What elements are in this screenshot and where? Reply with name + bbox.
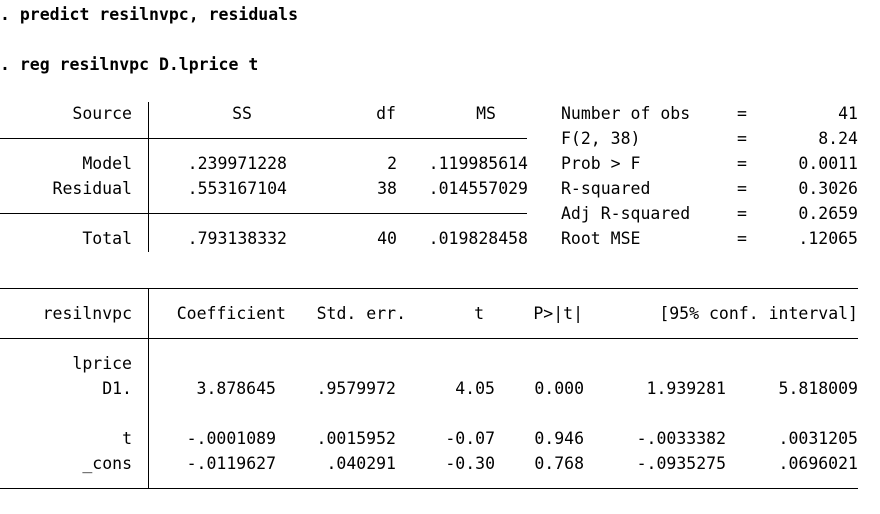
anova-ms-model: .119985614: [428, 154, 528, 173]
coef-p-d1: 0.000: [534, 379, 584, 398]
coef-header-rule: [0, 338, 858, 339]
stat-eq-f: =: [737, 129, 747, 148]
coef-bottom-rule: [0, 488, 858, 489]
anova-ss-model: .239971228: [187, 154, 287, 173]
stat-label-adjr2: Adj R-squared: [561, 204, 691, 223]
coef-header-coefficient: Coefficient: [176, 304, 286, 323]
anova-ss-residual: .553167104: [187, 179, 287, 198]
coef-header-stderr: Std. err.: [316, 304, 406, 323]
coef-header-ci: [95% conf. interval]: [659, 304, 858, 323]
coef-cilow-cons: -.0935275: [636, 454, 726, 473]
stat-value-nobs: 41: [838, 104, 858, 123]
coef-t-d1: 4.05: [455, 379, 495, 398]
stat-label-nobs: Number of obs: [561, 104, 691, 123]
coef-var-cons: _cons: [82, 454, 132, 473]
coef-cihigh-t: .0031205: [778, 429, 858, 448]
coef-p-cons: 0.768: [534, 454, 584, 473]
stat-label-r2: R-squared: [561, 179, 651, 198]
anova-ms-residual: .014557029: [428, 179, 528, 198]
anova-source-total: Total: [82, 229, 132, 248]
coef-t-cons: -0.30: [445, 454, 495, 473]
anova-df-residual: 38: [377, 179, 397, 198]
anova-ms-total: .019828458: [428, 229, 528, 248]
stat-label-rmse: Root MSE: [561, 229, 641, 248]
anova-header-rule: [0, 138, 527, 139]
coef-group-label: lprice: [72, 354, 132, 373]
coef-var-d1: D1.: [102, 379, 132, 398]
coef-cihigh-cons: .0696021: [778, 454, 858, 473]
coef-value-cons: -.0119627: [186, 454, 276, 473]
anova-total-rule: [0, 213, 527, 214]
coef-cilow-d1: 1.939281: [646, 379, 726, 398]
coef-top-rule: [0, 288, 858, 289]
command-predict: . predict resilnvpc, residuals: [0, 5, 299, 24]
stat-eq-rmse: =: [737, 229, 747, 248]
stat-value-r2: 0.3026: [798, 179, 858, 198]
anova-ss-total: .793138332: [187, 229, 287, 248]
coef-se-d1: .9579972: [316, 379, 396, 398]
anova-df-model: 2: [387, 154, 397, 173]
anova-header-df: df: [376, 104, 396, 123]
stat-eq-r2: =: [737, 179, 747, 198]
coef-cihigh-d1: 5.818009: [778, 379, 858, 398]
anova-source-residual: Residual: [52, 179, 132, 198]
coef-t-t: -0.07: [445, 429, 495, 448]
coef-p-t: 0.946: [534, 429, 584, 448]
coef-header-depvar: resilnvpc: [42, 304, 132, 323]
stat-value-rmse: .12065: [798, 229, 858, 248]
anova-header-source: Source: [72, 104, 132, 123]
stata-results-window: { "commands": { "line1": ". predict resi…: [0, 0, 880, 514]
coef-header-p: P>|t|: [533, 304, 583, 323]
stat-eq-adjr2: =: [737, 204, 747, 223]
coef-var-t: t: [122, 429, 132, 448]
anova-column-divider: [148, 102, 149, 252]
stat-eq-probf: =: [737, 154, 747, 173]
coef-header-t: t: [474, 304, 484, 323]
stat-label-probf: Prob > F: [561, 154, 641, 173]
anova-header-ss: SS: [232, 104, 252, 123]
coef-se-t: .0015952: [316, 429, 396, 448]
stat-label-f: F(2, 38): [561, 129, 641, 148]
anova-header-ms: MS: [476, 104, 496, 123]
stat-value-adjr2: 0.2659: [798, 204, 858, 223]
anova-df-total: 40: [377, 229, 397, 248]
stat-eq-nobs: =: [737, 104, 747, 123]
command-regress: . reg resilnvpc D.lprice t: [0, 55, 259, 74]
coef-se-cons: .040291: [326, 454, 396, 473]
coef-value-t: -.0001089: [186, 429, 276, 448]
coef-value-d1: 3.878645: [196, 379, 276, 398]
stat-value-f: 8.24: [818, 129, 858, 148]
stat-value-probf: 0.0011: [798, 154, 858, 173]
coef-column-divider: [148, 288, 149, 489]
anova-source-model: Model: [82, 154, 132, 173]
coef-cilow-t: -.0033382: [636, 429, 726, 448]
